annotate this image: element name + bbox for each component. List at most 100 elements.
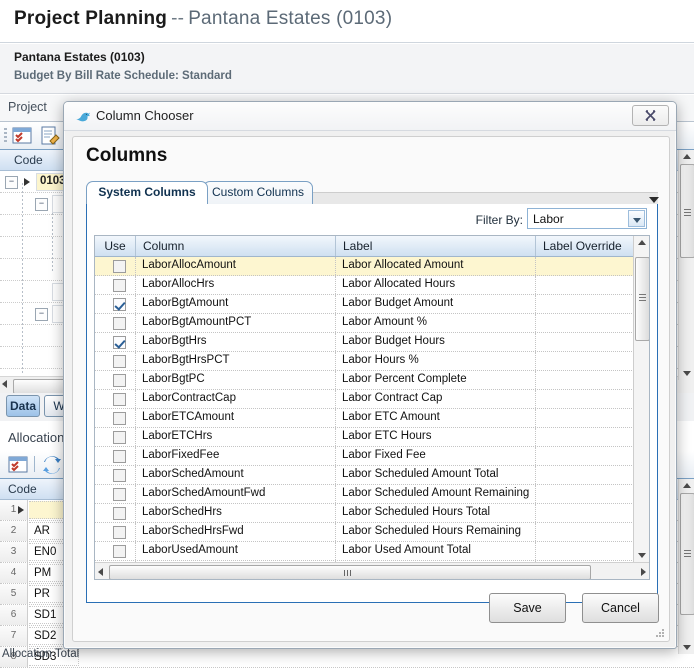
cell-column[interactable]: LaborBgtHrsPCT <box>136 352 336 370</box>
cell-column[interactable]: LaborBgtHrs <box>136 333 336 351</box>
scroll-thumb[interactable] <box>635 257 649 341</box>
use-checkbox[interactable] <box>113 469 126 482</box>
cell-label[interactable]: Labor Amount % <box>336 314 536 332</box>
cell-label-override[interactable] <box>536 485 634 503</box>
cell-label-override[interactable] <box>536 523 634 541</box>
cell-label[interactable]: Labor Budget Amount <box>336 295 536 313</box>
cell-use[interactable] <box>95 542 136 560</box>
scroll-up-arrow-icon[interactable] <box>683 483 691 488</box>
scroll-down-arrow-icon[interactable] <box>683 645 691 650</box>
use-checkbox[interactable] <box>113 260 126 273</box>
use-checkbox[interactable] <box>113 431 126 444</box>
toolbar-grip[interactable] <box>4 128 7 144</box>
columns-grid-body[interactable]: LaborAllocAmount Labor Allocated Amount La… <box>95 257 634 562</box>
cell-column[interactable]: LaborBgtPC <box>136 371 336 389</box>
cell-column[interactable]: LaborFixedFee <box>136 447 336 465</box>
cell-use[interactable] <box>95 447 136 465</box>
cancel-button[interactable]: Cancel <box>582 593 659 623</box>
chevron-down-icon[interactable] <box>649 197 659 203</box>
cell-label-override[interactable] <box>536 371 634 389</box>
grid-settings-icon[interactable] <box>12 126 32 146</box>
cell-label[interactable]: Labor Scheduled Hours Total <box>336 504 536 522</box>
edit-grid-icon[interactable] <box>40 126 60 146</box>
table-row[interactable]: LaborBgtAmount Labor Budget Amount <box>95 295 634 314</box>
use-checkbox[interactable] <box>113 393 126 406</box>
cell-column[interactable]: LaborAllocAmount <box>136 257 336 275</box>
cell-use[interactable] <box>95 314 136 332</box>
cell-label[interactable]: Labor Contract Cap <box>336 390 536 408</box>
table-row[interactable]: LaborETCHrs Labor ETC Hours <box>95 428 634 447</box>
close-icon[interactable] <box>632 105 669 126</box>
cell-column[interactable]: LaborUsedAmount <box>136 542 336 560</box>
cell-label-override[interactable] <box>536 314 634 332</box>
cell-use[interactable] <box>95 371 136 389</box>
cell-label-override[interactable] <box>536 295 634 313</box>
cell-label-override[interactable] <box>536 447 634 465</box>
table-row[interactable]: LaborFixedFee Labor Fixed Fee <box>95 447 634 466</box>
cell-label-override[interactable] <box>536 390 634 408</box>
cell-column[interactable]: LaborSchedHrsFwd <box>136 523 336 541</box>
cell-label-override[interactable] <box>536 428 634 446</box>
use-checkbox[interactable] <box>113 507 126 520</box>
use-checkbox[interactable] <box>113 526 126 539</box>
cell-use[interactable] <box>95 485 136 503</box>
scroll-up-arrow-icon[interactable] <box>638 240 646 245</box>
tree-vertical-scrollbar[interactable] <box>678 150 694 380</box>
columns-grid-vertical-scrollbar[interactable] <box>633 236 649 562</box>
columns-grid-horizontal-scrollbar[interactable] <box>95 562 649 579</box>
cell-label[interactable]: Labor Allocated Amount <box>336 257 536 275</box>
refresh-icon[interactable] <box>42 455 62 475</box>
cell-use[interactable] <box>95 257 136 275</box>
table-row[interactable]: LaborContractCap Labor Contract Cap <box>95 390 634 409</box>
columns-grid[interactable]: Use Column Label Label Override LaborAll… <box>94 235 650 580</box>
cell-label-override[interactable] <box>536 333 634 351</box>
table-row[interactable]: LaborUsedAmount Labor Used Amount Total <box>95 542 634 561</box>
cell-use[interactable] <box>95 504 136 522</box>
table-row[interactable]: LaborSchedHrsFwd Labor Scheduled Hours Re… <box>95 523 634 542</box>
cell-use[interactable] <box>95 276 136 294</box>
cell-use[interactable] <box>95 295 136 313</box>
allocation-vertical-scrollbar[interactable] <box>678 479 694 654</box>
use-checkbox[interactable] <box>113 488 126 501</box>
scroll-left-arrow-icon[interactable] <box>98 568 103 576</box>
use-checkbox[interactable] <box>113 450 126 463</box>
table-row[interactable]: LaborSchedAmount Labor Scheduled Amount T… <box>95 466 634 485</box>
cell-column[interactable]: LaborBgtAmount <box>136 295 336 313</box>
tab-project[interactable]: Project <box>8 100 47 114</box>
save-button[interactable]: Save <box>489 593 566 623</box>
cell-label-override[interactable] <box>536 542 634 560</box>
cell-label[interactable]: Labor Scheduled Amount Remaining <box>336 485 536 503</box>
cell-label-override[interactable] <box>536 257 634 275</box>
use-checkbox[interactable] <box>113 355 126 368</box>
scroll-thumb[interactable] <box>680 493 694 615</box>
cell-column[interactable]: LaborSchedAmountFwd <box>136 485 336 503</box>
use-checkbox[interactable] <box>113 279 126 292</box>
cell-label[interactable]: Labor Budget Hours <box>336 333 536 351</box>
cell-label-override[interactable] <box>536 276 634 294</box>
tab-custom-columns[interactable]: Custom Columns <box>203 181 313 204</box>
cell-label-override[interactable] <box>536 409 634 427</box>
table-row[interactable]: LaborBgtAmountPCT Labor Amount % <box>95 314 634 333</box>
cell-column[interactable]: LaborSchedAmount <box>136 466 336 484</box>
cell-column[interactable]: LaborContractCap <box>136 390 336 408</box>
cell-column[interactable]: LaborAllocHrs <box>136 276 336 294</box>
cell-label[interactable]: Labor Scheduled Hours Remaining <box>336 523 536 541</box>
cell-label[interactable]: Labor ETC Hours <box>336 428 536 446</box>
scroll-left-arrow-icon[interactable] <box>2 380 7 388</box>
cell-use[interactable] <box>95 390 136 408</box>
tree-expander[interactable]: − <box>35 308 48 321</box>
cell-label[interactable]: Labor Fixed Fee <box>336 447 536 465</box>
chevron-down-icon[interactable] <box>628 210 645 227</box>
table-row[interactable]: LaborSchedHrs Labor Scheduled Hours Total <box>95 504 634 523</box>
cell-label[interactable]: Labor Used Amount Total <box>336 542 536 560</box>
view-button-data[interactable]: Data <box>6 395 40 417</box>
tree-expander[interactable]: − <box>5 176 18 189</box>
table-row[interactable]: LaborBgtHrsPCT Labor Hours % <box>95 352 634 371</box>
scroll-down-arrow-icon[interactable] <box>638 553 646 558</box>
cell-use[interactable] <box>95 333 136 351</box>
scroll-down-arrow-icon[interactable] <box>683 371 691 376</box>
scroll-up-arrow-icon[interactable] <box>683 154 691 159</box>
use-checkbox[interactable] <box>113 317 126 330</box>
cell-use[interactable] <box>95 352 136 370</box>
cell-use[interactable] <box>95 523 136 541</box>
